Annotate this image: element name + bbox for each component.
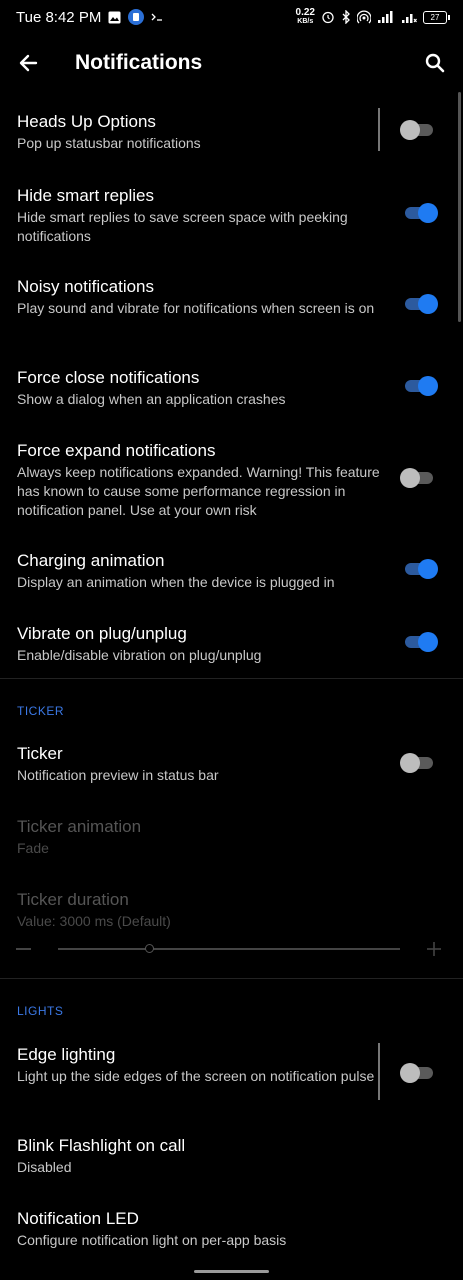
terminal-icon: [151, 12, 165, 22]
setting-hide-smart-replies[interactable]: Hide smart replies Hide smart replies to…: [17, 185, 397, 246]
setting-ticker-duration: Ticker duration Value: 3000 ms (Default): [17, 889, 397, 931]
setting-edge-lighting[interactable]: Edge lighting Light up the side edges of…: [17, 1044, 397, 1086]
setting-title: Blink Flashlight on call: [17, 1136, 186, 1155]
setting-summary: Value: 3000 ms (Default): [17, 913, 171, 929]
noisy-notifications-toggle[interactable]: [400, 291, 438, 315]
setting-notification-led[interactable]: Notification LED Configure notification …: [17, 1208, 397, 1250]
force-expand-toggle[interactable]: [400, 465, 436, 489]
signal-lte-icon: [377, 10, 395, 24]
setting-title: Hide smart replies: [17, 186, 154, 205]
setting-summary: Enable/disable vibration on plug/unplug: [17, 647, 262, 663]
edge-lighting-toggle[interactable]: [400, 1060, 436, 1084]
setting-summary: Configure notification light on per-app …: [17, 1232, 287, 1248]
setting-title: Ticker animation: [17, 817, 142, 836]
hide-smart-replies-toggle[interactable]: [400, 200, 438, 224]
section-divider: [0, 978, 463, 979]
plus-icon: [426, 941, 442, 957]
signal-icon: [401, 10, 417, 24]
setting-summary: Light up the side edges of the screen on…: [17, 1068, 375, 1084]
setting-summary: Disabled: [17, 1159, 72, 1175]
setting-title: Notification LED: [17, 1209, 139, 1228]
setting-summary: Hide smart replies to save screen space …: [17, 209, 348, 244]
slider-track: [58, 948, 400, 950]
ticker-duration-slider: [16, 937, 446, 961]
ticker-toggle[interactable]: [400, 750, 436, 774]
network-speed: 0.22 KB/s: [296, 8, 315, 26]
setting-title: Ticker: [17, 744, 63, 763]
setting-summary: Show a dialog when an application crashe…: [17, 391, 286, 407]
network-speed-value: 0.22: [295, 7, 315, 18]
setting-title: Vibrate on plug/unplug: [17, 624, 187, 643]
setting-title: Charging animation: [17, 551, 165, 570]
setting-title: Ticker duration: [17, 890, 129, 909]
status-bar-right: 0.22 KB/s 27: [296, 8, 450, 26]
vibrate-plug-toggle[interactable]: [400, 629, 438, 653]
hotspot-icon: [357, 10, 371, 24]
setting-force-expand-notifications[interactable]: Force expand notifications Always keep n…: [17, 440, 397, 520]
app-bar: Notifications: [0, 34, 463, 92]
search-icon[interactable]: [423, 51, 447, 75]
slider-thumb: [145, 944, 154, 953]
bluetooth-icon: [341, 10, 351, 24]
status-bar: Tue 8:42 PM 0.22 KB/s 27: [0, 0, 463, 34]
setting-title: Heads Up Options: [17, 112, 156, 131]
setting-title: Edge lighting: [17, 1045, 116, 1064]
app-notification-icon: [128, 9, 145, 25]
setting-charging-animation[interactable]: Charging animation Display an animation …: [17, 550, 397, 592]
minus-icon: [16, 948, 31, 950]
battery-icon: 27: [423, 10, 450, 24]
setting-summary: Pop up statusbar notifications: [17, 135, 201, 151]
section-divider: [0, 678, 463, 679]
section-header-ticker: TICKER: [17, 704, 65, 718]
setting-vibrate-plug[interactable]: Vibrate on plug/unplug Enable/disable vi…: [17, 623, 397, 665]
setting-ticker-animation: Ticker animation Fade: [17, 816, 397, 858]
setting-title: Force close notifications: [17, 368, 200, 387]
status-time: Tue 8:42 PM: [16, 8, 102, 26]
setting-title: Noisy notifications: [17, 277, 155, 296]
setting-summary: Always keep notifications expanded. Warn…: [17, 464, 380, 518]
force-close-toggle[interactable]: [400, 373, 438, 397]
setting-title: Force expand notifications: [17, 441, 216, 460]
setting-summary: Fade: [17, 840, 49, 856]
setting-summary: Play sound and vibrate for notifications…: [17, 300, 375, 316]
setting-heads-up-options[interactable]: Heads Up Options Pop up statusbar notifi…: [17, 111, 397, 153]
charging-animation-toggle[interactable]: [400, 556, 438, 580]
setting-noisy-notifications[interactable]: Noisy notifications Play sound and vibra…: [17, 276, 397, 318]
back-arrow-icon[interactable]: [16, 50, 42, 76]
status-bar-left: Tue 8:42 PM: [16, 9, 165, 26]
setting-summary: Notification preview in status bar: [17, 767, 219, 783]
alarm-icon: [321, 10, 335, 24]
gallery-icon: [108, 11, 121, 24]
gesture-nav-bar[interactable]: [194, 1270, 269, 1273]
setting-ticker[interactable]: Ticker Notification preview in status ba…: [17, 743, 397, 785]
divider: [378, 108, 380, 151]
setting-blink-flashlight[interactable]: Blink Flashlight on call Disabled: [17, 1135, 397, 1177]
page-title: Notifications: [75, 51, 203, 74]
scrollbar[interactable]: [458, 92, 461, 322]
divider: [378, 1043, 380, 1100]
heads-up-toggle[interactable]: [400, 117, 436, 141]
setting-force-close-notifications[interactable]: Force close notifications Show a dialog …: [17, 367, 397, 409]
setting-summary: Display an animation when the device is …: [17, 574, 335, 590]
section-header-lights: LIGHTS: [17, 1004, 64, 1018]
network-speed-unit: KB/s: [297, 18, 314, 25]
